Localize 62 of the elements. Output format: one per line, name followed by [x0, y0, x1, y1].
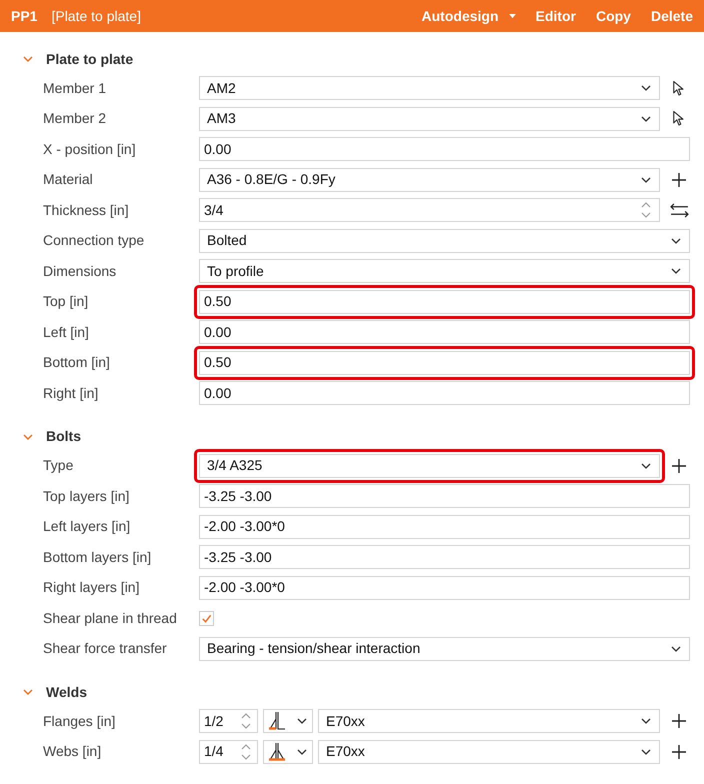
- field-label: Left [in]: [43, 322, 90, 342]
- dropdown-field[interactable]: Bolted: [199, 228, 690, 253]
- field-label: Shear force transfer: [43, 639, 168, 658]
- section-header[interactable]: Welds: [0, 678, 87, 706]
- plus-icon[interactable]: [672, 458, 686, 473]
- section-header[interactable]: Bolts: [0, 422, 81, 450]
- number-field[interactable]: 1/2: [199, 709, 258, 734]
- swap-icon[interactable]: [668, 202, 690, 218]
- input-field[interactable]: 0.50: [199, 350, 690, 375]
- spinner-arrows-icon[interactable]: [241, 712, 251, 730]
- dropdown-field[interactable]: 3/4 A325: [199, 454, 660, 478]
- field-label: X - position [in]: [43, 140, 137, 159]
- input-field[interactable]: 0.00: [199, 320, 690, 344]
- connection-id: PP1: [11, 6, 38, 26]
- field-label: Material: [43, 170, 94, 190]
- plus-icon[interactable]: [672, 744, 686, 759]
- dropdown-field[interactable]: E70xx: [318, 740, 660, 764]
- input-field[interactable]: -2.00 -3.00*0: [199, 576, 690, 600]
- input-field[interactable]: -3.25 -3.00: [199, 484, 690, 508]
- field-label: Member 1: [43, 78, 108, 98]
- input-field[interactable]: 0.00: [199, 381, 690, 406]
- input-field[interactable]: 0.00: [199, 137, 690, 162]
- dropdown-field[interactable]: E70xx: [318, 709, 660, 734]
- dropdown-field[interactable]: A36 - 0.8E/G - 0.9Fy: [199, 168, 660, 192]
- field-label: Dimensions: [43, 262, 118, 281]
- field-label: Bottom layers [in]: [43, 548, 152, 567]
- section-header[interactable]: Plate to plate: [0, 45, 134, 73]
- field-label: Shear plane in thread: [43, 608, 178, 628]
- field-label: Connection type: [43, 231, 146, 250]
- field-label: Left layers [in]: [43, 517, 132, 536]
- field-label: Flanges [in]: [43, 712, 116, 731]
- number-field[interactable]: 3/4: [199, 198, 660, 222]
- field-label: Member 2: [43, 109, 108, 128]
- cursor-icon[interactable]: [672, 80, 686, 97]
- input-field[interactable]: -2.00 -3.00*0: [199, 514, 690, 539]
- field-label: Right [in]: [43, 384, 100, 403]
- field-label: Top layers [in]: [43, 486, 130, 506]
- weld-symbol-icon: [268, 742, 286, 762]
- field-label: Bottom [in]: [43, 353, 111, 372]
- weld-symbol-icon: [268, 711, 286, 732]
- input-field[interactable]: -3.25 -3.00: [199, 545, 690, 570]
- plus-icon[interactable]: [672, 172, 686, 187]
- dropdown-arrow-icon: [508, 14, 516, 18]
- field-label: Webs [in]: [43, 742, 102, 762]
- plus-icon[interactable]: [672, 714, 686, 728]
- number-field[interactable]: 1/4: [199, 740, 258, 764]
- dropdown-field[interactable]: Bearing - tension/shear interaction: [199, 636, 690, 661]
- field-label: Top [in]: [43, 292, 90, 312]
- cursor-icon[interactable]: [672, 110, 686, 128]
- dropdown-field[interactable]: To profile: [199, 259, 690, 284]
- spinner-arrows-icon[interactable]: [641, 201, 651, 220]
- weld-type-dropdown[interactable]: [263, 709, 313, 734]
- dropdown-field[interactable]: AM2: [199, 76, 660, 100]
- spinner-arrows-icon[interactable]: [241, 742, 251, 761]
- checkbox[interactable]: [199, 610, 214, 626]
- dropdown-field[interactable]: AM3: [199, 106, 660, 131]
- field-label: Type: [43, 456, 74, 476]
- field-label: Right layers [in]: [43, 578, 140, 598]
- field-label: Thickness [in]: [43, 200, 130, 220]
- weld-type-dropdown[interactable]: [263, 740, 313, 764]
- input-field[interactable]: 0.50: [199, 290, 690, 314]
- connection-title: [Plate to plate]: [51, 6, 141, 26]
